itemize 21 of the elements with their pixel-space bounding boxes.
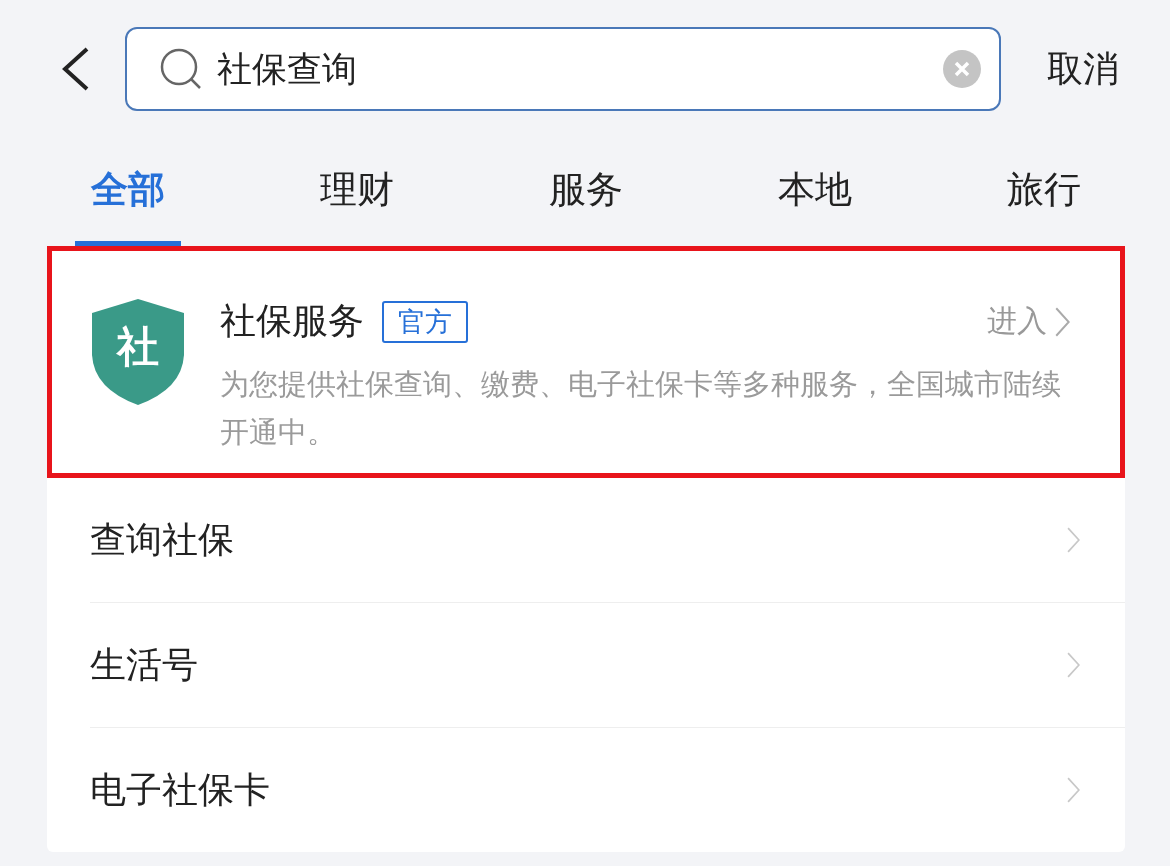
chevron-icon [1067, 527, 1080, 553]
result-row[interactable]: 查询社保 [90, 478, 1125, 602]
search-input[interactable]: 社保查询 [215, 48, 931, 91]
tab[interactable]: 旅行 [991, 138, 1097, 246]
chevron-icon [1055, 306, 1070, 337]
tab[interactable]: 本地 [762, 138, 868, 246]
chevron-icon [1067, 652, 1080, 678]
official-badge: 官方 [382, 300, 468, 343]
tab[interactable]: 服务 [533, 138, 639, 246]
featured-result[interactable]: 社 社保服务 官方 进入 为您提供社保查询、缴费、电子社保卡等多种服务，全国城市陆续开通中。 [47, 246, 1125, 478]
back-icon [61, 47, 89, 92]
result-row[interactable]: 电子社保卡 [90, 727, 1125, 852]
chevron-icon [1067, 777, 1080, 803]
service-title: 社保服务 [220, 299, 364, 343]
search-field[interactable]: 社保查询 [125, 27, 1001, 112]
cancel-button[interactable]: 取消 [1023, 44, 1125, 94]
service-description: 为您提供社保查询、缴费、电子社保卡等多种服务，全国城市陆续开通中。 [220, 366, 1062, 451]
result-row[interactable]: 生活号 [90, 602, 1125, 727]
tab[interactable]: 全部 [75, 138, 181, 246]
shield-icon: 社 [90, 297, 186, 407]
tab[interactable]: 理财 [304, 138, 410, 246]
